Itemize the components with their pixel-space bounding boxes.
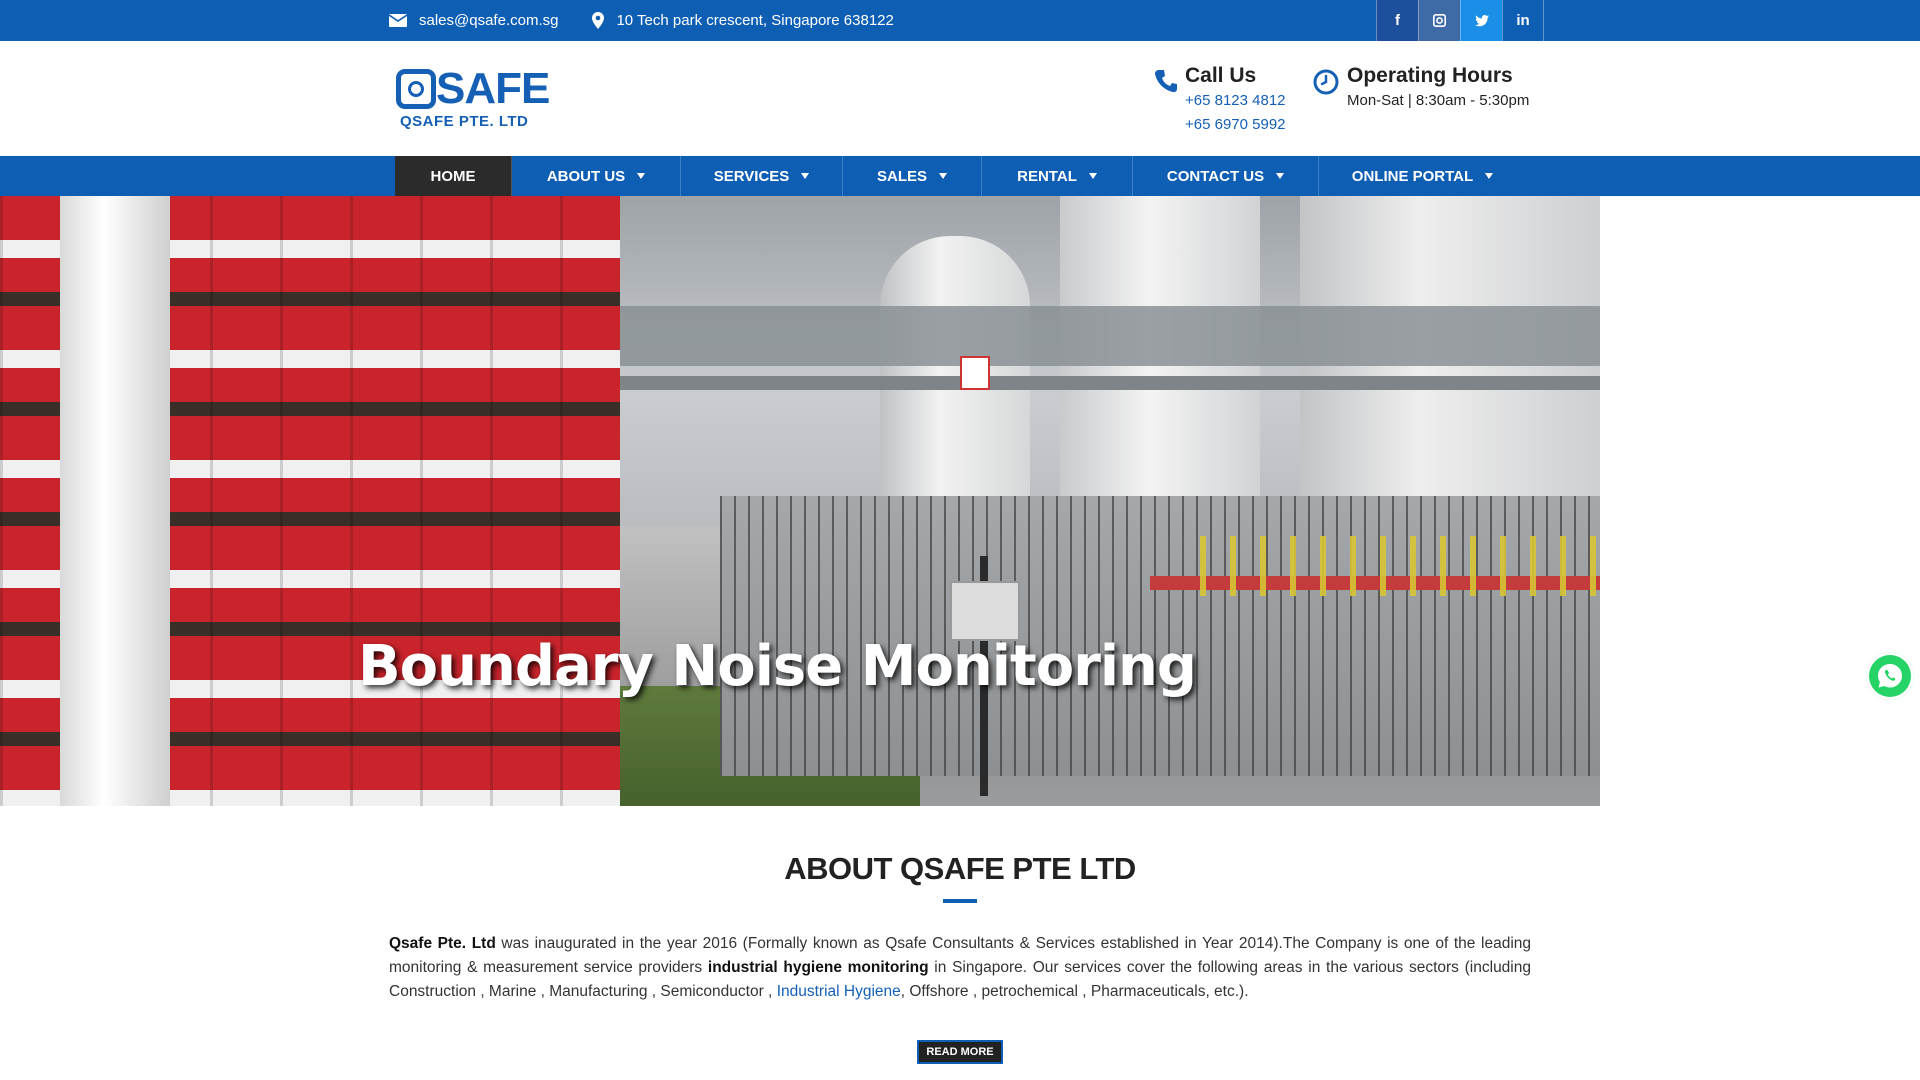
main-navbar: HOME ABOUT US SERVICES SALES RENTAL CONT… <box>0 156 1920 196</box>
logo-mark: SAFE <box>396 65 558 113</box>
whatsapp-button[interactable] <box>1866 652 1914 700</box>
phone-link-2[interactable]: +65 6970 5992 <box>1185 113 1286 137</box>
facebook-button[interactable]: f <box>1376 0 1418 41</box>
nav-online-portal[interactable]: ONLINE PORTAL <box>1319 156 1526 196</box>
about-title: ABOUT QSAFE PTE LTD <box>784 851 1136 886</box>
nav-sales[interactable]: SALES <box>843 156 982 196</box>
linkedin-button[interactable]: in <box>1502 0 1544 41</box>
nav-services-label: SERVICES <box>713 167 790 185</box>
about-paragraph: Qsafe Pte. Ltd was inaugurated in the ye… <box>389 932 1531 1004</box>
linkedin-icon: in <box>1516 12 1530 29</box>
industrial-hygiene-link[interactable]: Industrial Hygiene <box>777 983 901 1000</box>
hours-title: Operating Hours <box>1347 64 1513 87</box>
instagram-button[interactable] <box>1418 0 1460 41</box>
site-logo[interactable]: SAFE QSAFE PTE. LTD <box>396 65 558 137</box>
email-text[interactable]: sales@qsafe.com.sg <box>419 12 558 29</box>
hero-pillar <box>60 196 170 806</box>
nav-services[interactable]: SERVICES <box>681 156 843 196</box>
hero-yellow-railing <box>1200 536 1600 596</box>
hero-sign <box>960 356 990 390</box>
email-item[interactable]: sales@qsafe.com.sg <box>389 12 558 29</box>
logo-subtitle: QSAFE PTE. LTD <box>400 113 529 130</box>
hero-slider: Boundary Noise Monitoring <box>0 196 1600 806</box>
operating-hours-block: Operating Hours Mon-Sat | 8:30am - 5:30p… <box>1313 63 1529 113</box>
caret-down-icon <box>1276 173 1285 179</box>
logo-word: SAFE <box>436 64 550 113</box>
hours-text: Mon-Sat | 8:30am - 5:30pm <box>1347 92 1530 109</box>
nav-about-us[interactable]: ABOUT US <box>512 156 681 196</box>
hero-pipe-rack <box>560 376 1600 390</box>
nav-about-label: ABOUT US <box>546 167 626 185</box>
company-name: Qsafe Pte. Ltd <box>389 935 496 952</box>
title-underline <box>943 899 977 903</box>
phone-icon <box>1154 69 1177 137</box>
caret-down-icon <box>939 173 947 179</box>
nav-portal-label: ONLINE PORTAL <box>1351 167 1474 185</box>
call-us-title: Call Us <box>1185 64 1257 87</box>
nav-contact-us[interactable]: CONTACT US <box>1133 156 1319 196</box>
read-more-button[interactable]: READ MORE <box>917 1040 1003 1064</box>
instagram-icon <box>1433 14 1446 27</box>
facebook-icon: f <box>1395 12 1400 29</box>
address-item: 10 Tech park crescent, Singapore 638122 <box>592 12 894 29</box>
caret-down-icon <box>637 173 646 179</box>
nav-rental[interactable]: RENTAL <box>982 156 1133 196</box>
top-contact: sales@qsafe.com.sg 10 Tech park crescent… <box>389 0 928 41</box>
clock-icon <box>1313 69 1339 113</box>
site-header: SAFE QSAFE PTE. LTD Call Us +65 8123 481… <box>0 41 1920 156</box>
about-bold-service: industrial hygiene monitoring <box>707 959 929 976</box>
about-text-3: , Offshore , petrochemical , Pharmaceuti… <box>900 983 1249 1000</box>
social-links: f in <box>1376 0 1544 41</box>
caret-down-icon <box>1088 173 1097 179</box>
nav-home[interactable]: HOME <box>395 156 512 196</box>
hero-tank <box>1060 196 1260 536</box>
twitter-button[interactable] <box>1460 0 1502 41</box>
nav-sales-label: SALES <box>876 167 927 185</box>
caret-down-icon <box>801 173 810 179</box>
whatsapp-icon <box>1878 664 1902 688</box>
logo-q-icon <box>396 69 436 109</box>
nav-contact-label: CONTACT US <box>1166 167 1265 185</box>
map-pin-icon <box>592 12 605 29</box>
nav-rental-label: RENTAL <box>1017 167 1077 185</box>
top-bar: sales@qsafe.com.sg 10 Tech park crescent… <box>0 0 1920 41</box>
address-text: 10 Tech park crescent, Singapore 638122 <box>616 12 894 29</box>
envelope-icon <box>389 14 407 27</box>
call-us-block: Call Us +65 8123 4812 +65 6970 5992 <box>1154 63 1286 137</box>
twitter-icon <box>1474 14 1489 26</box>
hero-monitor-box <box>950 581 1020 641</box>
caret-down-icon <box>1485 173 1494 179</box>
phone-link-1[interactable]: +65 8123 4812 <box>1185 89 1286 113</box>
main-nav: HOME ABOUT US SERVICES SALES RENTAL CONT… <box>395 156 1526 196</box>
hero-caption: Boundary Noise Monitoring <box>358 634 1197 699</box>
nav-home-label: HOME <box>430 167 476 185</box>
